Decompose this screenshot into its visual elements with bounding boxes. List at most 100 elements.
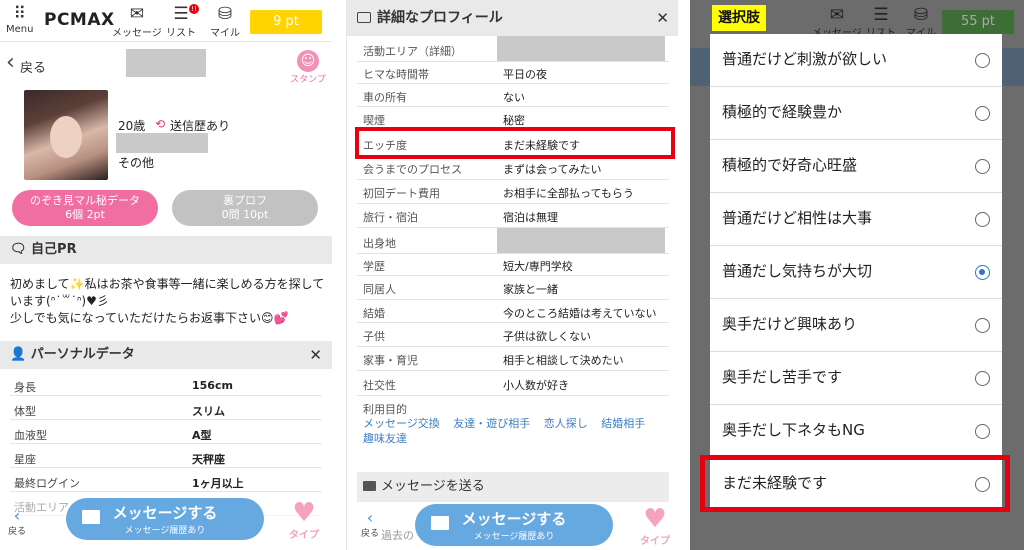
heart-icon: ♥ — [643, 504, 667, 534]
nav-mile[interactable]: ⛁ マイル — [210, 4, 240, 39]
option-item[interactable]: 奥手だし下ネタもNG — [710, 405, 1002, 458]
nickname-redacted — [126, 49, 206, 77]
past-text: 過去の — [381, 529, 414, 542]
send-message-button[interactable]: メッセージする メッセージ履歴あり — [415, 504, 613, 546]
radio-button-selected[interactable] — [975, 265, 990, 280]
radio-button[interactable] — [975, 53, 990, 68]
radio-button[interactable] — [975, 424, 990, 439]
radio-button[interactable] — [975, 318, 990, 333]
avatar[interactable] — [24, 90, 108, 180]
profile-row: 出身地 — [357, 228, 669, 254]
bottom-back-button[interactable]: ‹ 戻る — [361, 510, 379, 540]
envelope-icon — [82, 510, 100, 524]
age: 20歳 — [118, 119, 146, 133]
other-label: その他 — [118, 156, 155, 170]
chevron-left-icon: ‹ — [13, 506, 21, 525]
personal-row: 身長 156cm — [10, 375, 322, 396]
logo[interactable]: PCMAX — [44, 10, 115, 30]
highlight-box — [355, 127, 675, 159]
envelope-icon: ✉ — [129, 4, 145, 24]
profile-row: 旅行・宿泊 宿泊は無理 — [357, 204, 669, 228]
speech-bubble-icon: 🗨 — [10, 242, 27, 257]
nav-message[interactable]: ✉ メッセージ — [112, 4, 162, 39]
top-nav: ⠿ Menu PCMAX ✉ メッセージ ☰ リスト !! ⛁ マイル 9 pt — [0, 0, 332, 42]
heart-icon: ♥ — [292, 498, 316, 528]
highlight-box — [700, 455, 1010, 512]
option-item[interactable]: 奥手だし苦手です — [710, 352, 1002, 405]
personal-row: 体型 スリム — [10, 399, 322, 420]
points-badge[interactable]: 9 pt — [250, 10, 322, 34]
id-card-icon — [357, 12, 371, 23]
avatar-face — [50, 116, 82, 158]
option-item[interactable]: 積極的で好奇心旺盛 — [710, 140, 1002, 193]
option-item[interactable]: 普通だけど相性は大事 — [710, 193, 1002, 246]
envelope-icon — [363, 481, 376, 491]
smile-face-icon: ☺ — [297, 50, 319, 72]
person-icon: 👤 — [10, 347, 27, 362]
ura-profile-button[interactable]: 裏プロフ 0問 10pt — [172, 190, 318, 226]
personal-row: 最終ログイン 1ヶ月以上 — [10, 471, 322, 492]
profile-row: 社交性 小人数が好き — [357, 371, 669, 396]
coins-icon: ⛁ — [217, 4, 233, 24]
modal-title: 選択肢 — [712, 5, 766, 31]
purpose-tag[interactable]: 恋人探し — [544, 417, 588, 430]
pr-text: 初めまして✨私はお茶や食事等一緒に楽しめる方を探しています(ᐢ˙꒳˙ᐢ)♥彡 少… — [10, 277, 325, 325]
detail-profile-header: 詳細なプロフィール ✕ — [347, 0, 678, 36]
profile-row: 結婚 今のところ結婚は考えていない — [357, 300, 669, 323]
bottom-back-button[interactable]: ‹ 戻る — [8, 506, 26, 538]
option-item-selected[interactable]: 普通だし気持ちが大切 — [710, 246, 1002, 299]
profile-row: 同居人 家族と一緒 — [357, 276, 669, 300]
options-panel: ✉ メッセージ ☰ リスト ⛁ マイル 55 pt 選択肢 普通だけど刺激が欲し… — [690, 0, 1024, 550]
panel-gutter — [678, 0, 690, 550]
purpose-tag[interactable]: 結婚相手 — [601, 417, 645, 430]
list-badge: !! — [189, 4, 199, 14]
hometown-redacted — [497, 228, 665, 253]
grid-icon: ⠿ — [13, 4, 26, 24]
area-detail-redacted — [497, 36, 665, 61]
send-message-header: メッセージを送る — [357, 472, 669, 502]
close-icon[interactable]: ✕ — [309, 341, 322, 369]
radio-button[interactable] — [975, 371, 990, 386]
envelope-icon: ✉ — [829, 5, 845, 25]
profile-row: 車の所有 ない — [357, 84, 669, 107]
purpose-label: 利用目的 — [363, 403, 407, 416]
sent-history-icon: ⟲ — [155, 117, 166, 131]
profile-row: 会うまでのプロセス まずは会ってみたい — [357, 156, 669, 180]
menu-button[interactable]: ⠿ Menu — [6, 4, 33, 35]
purpose-tags: メッセージ交換 友達・遊び相手 恋人探し 結婚相手 趣味友達 — [363, 416, 669, 446]
purpose-tag[interactable]: 友達・遊び相手 — [453, 417, 530, 430]
stamp-button[interactable]: ☺ スタンプ — [288, 50, 328, 85]
radio-button[interactable] — [975, 212, 990, 227]
send-message-button[interactable]: メッセージする メッセージ履歴あり — [66, 498, 264, 540]
radio-button[interactable] — [975, 106, 990, 121]
profile-row: 初回デート費用 お相手に全部払ってもらう — [357, 180, 669, 204]
coins-icon: ⛁ — [913, 5, 929, 25]
type-button[interactable]: ♥ タイプ — [635, 506, 675, 547]
detail-profile-panel: 詳細なプロフィール ✕ 活動エリア（詳細） ヒマな時間帯 平日の夜 車の所有 な… — [346, 0, 678, 550]
secret-data-button[interactable]: のぞき見マル秘データ 6個 2pt — [12, 190, 158, 226]
option-item[interactable]: 積極的で経験豊か — [710, 87, 1002, 140]
sent-history: 送信歴あり — [170, 119, 231, 133]
option-item[interactable]: 奥手だけど興味あり — [710, 299, 1002, 352]
profile-row: 子供 子供は欲しくない — [357, 323, 669, 347]
purpose-tag[interactable]: メッセージ交換 — [363, 417, 440, 430]
pr-section-header: 🗨 自己PR — [0, 236, 332, 264]
chevron-left-icon[interactable]: ‹ — [6, 50, 15, 75]
close-icon[interactable]: ✕ — [656, 0, 669, 36]
profile-row: ヒマな時間帯 平日の夜 — [357, 62, 669, 84]
profile-row: 学歴 短大/専門学校 — [357, 254, 669, 276]
radio-button[interactable] — [975, 159, 990, 174]
list-icon: ☰ — [873, 5, 889, 25]
points-badge: 55 pt — [942, 10, 1014, 34]
option-item[interactable]: 普通だけど刺激が欲しい — [710, 34, 1002, 87]
back-link[interactable]: 戻る — [20, 57, 46, 76]
envelope-icon — [431, 516, 449, 530]
personal-row: 血液型 A型 — [10, 423, 322, 444]
profile-panel: ⠿ Menu PCMAX ✉ メッセージ ☰ リスト !! ⛁ マイル 9 pt… — [0, 0, 332, 550]
purpose-tag[interactable]: 趣味友達 — [363, 432, 407, 445]
profile-row: 活動エリア（詳細） — [357, 36, 669, 62]
personal-section-header[interactable]: 👤 パーソナルデータ ✕ — [0, 341, 332, 369]
personal-row: 星座 天秤座 — [10, 447, 322, 468]
profile-row: 家事・育児 相手と相談して決めたい — [357, 347, 669, 371]
type-button[interactable]: ♥ タイプ — [284, 500, 324, 541]
